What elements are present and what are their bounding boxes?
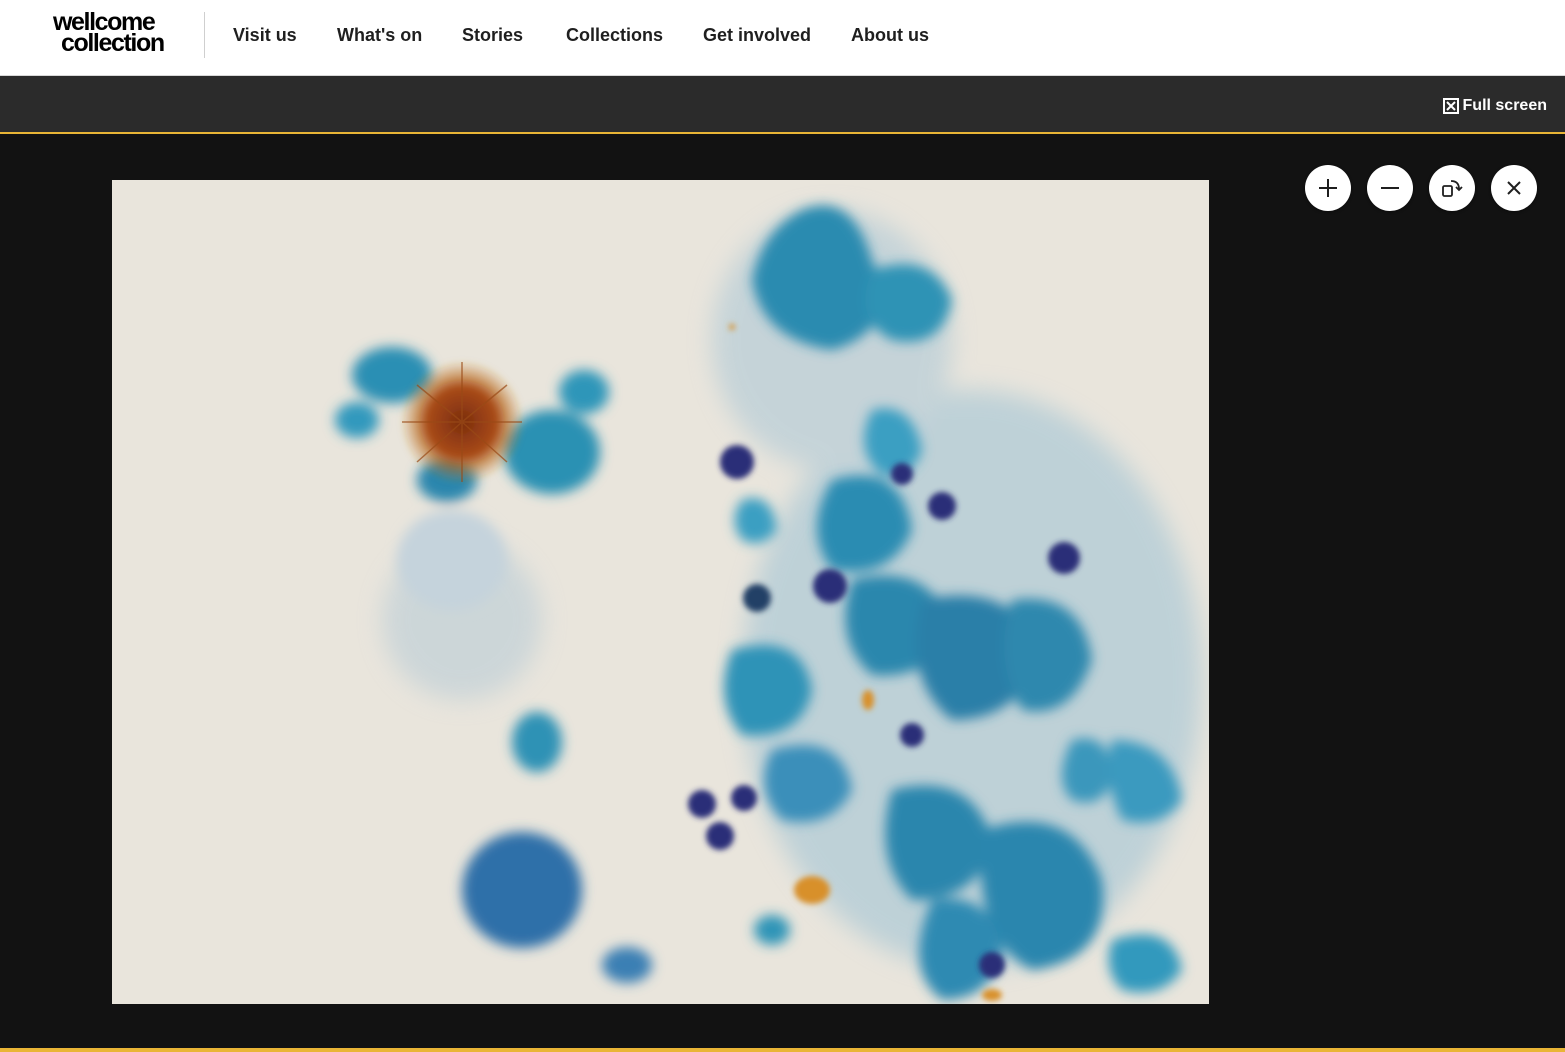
logo-divider (204, 12, 205, 58)
nav-item-visit-us[interactable]: Visit us (233, 24, 297, 46)
rotate-icon (1442, 180, 1463, 197)
nav-item-label: About us (851, 25, 929, 45)
viewer-toolbar: Full screen (0, 76, 1565, 134)
rotate-button[interactable] (1429, 165, 1475, 211)
image-viewer (0, 134, 1565, 1048)
close-button[interactable] (1491, 165, 1537, 211)
nav-item-collections[interactable]: Collections (561, 24, 669, 50)
logo-line-2: collection (61, 29, 165, 57)
nav-item-get-involved[interactable]: Get involved (703, 24, 811, 46)
nav-item-label: Visit us (233, 25, 297, 45)
expand-icon (1442, 98, 1459, 114)
micrograph (112, 180, 1209, 1004)
nav-item-label: Get involved (703, 25, 812, 45)
site-header: wellcome collection Visit us What's on S… (0, 0, 1565, 76)
nav-item-label: Stories (462, 25, 524, 45)
close-icon (1507, 181, 1521, 195)
minus-icon (1381, 187, 1399, 189)
zoom-out-button[interactable] (1367, 165, 1413, 211)
nav-item-stories[interactable]: Stories (462, 24, 523, 46)
plus-icon (1319, 179, 1337, 197)
nav-item-whats-on[interactable]: What's on (337, 24, 422, 46)
full-screen-button[interactable]: Full screen (1442, 96, 1547, 116)
bottom-accent-rule (0, 1048, 1565, 1052)
wellcome-collection-logo[interactable]: wellcome collection (53, 10, 183, 57)
nav-item-label: Collections (566, 25, 664, 45)
specimen-image[interactable] (112, 180, 1209, 1004)
zoom-in-button[interactable] (1305, 165, 1351, 211)
full-screen-label: Full screen (1462, 97, 1547, 114)
nav-item-label: What's on (337, 25, 423, 45)
nav-item-about-us[interactable]: About us (851, 24, 929, 46)
